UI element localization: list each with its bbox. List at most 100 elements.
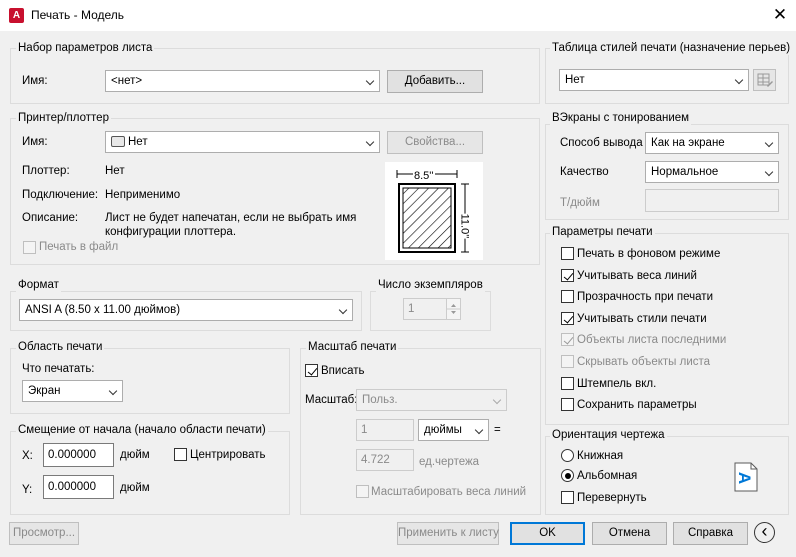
page-setup-name-select[interactable]: <нет> [105,70,380,92]
offset-x-input[interactable]: 0.000000 [43,443,114,467]
help-button[interactable]: Справка [673,522,748,545]
quality-label: Качество [560,166,609,178]
offset-group-title: Смещение от начала (начало области печат… [16,424,268,437]
printer-icon [111,136,125,147]
offset-y-input[interactable]: 0.000000 [43,475,114,499]
center-plot-label: Центрировать [190,449,266,461]
chevron-left-icon: ‹ [761,521,768,541]
chevron-down-icon [764,138,774,148]
properties-button[interactable]: Свойства... [387,131,483,154]
plot-option-checkbox[interactable] [561,312,574,325]
spinner-arrows-icon [447,304,460,314]
printer-group-title: Принтер/плоттер [16,112,111,125]
copies-input[interactable]: 1 [403,298,447,320]
scale-drawing-units-label: ед.чертежа [419,456,480,468]
scale-denominator-input[interactable]: 4.722 [356,449,414,471]
scale-numerator-input[interactable]: 1 [356,419,414,441]
description-label: Описание: [22,212,79,224]
add-button[interactable]: Добавить... [387,70,483,93]
table-edit-icon [757,73,773,87]
plot-area-group-title: Область печати [16,341,105,354]
scale-units-select[interactable]: дюймы [418,419,489,441]
connection-value: Неприменимо [105,189,181,201]
orientation-group-title: Ориентация чертежа [550,429,667,442]
quality-select[interactable]: Нормальное [645,161,779,183]
plot-option-label: Учитывать веса линий [577,270,697,282]
scale-lineweights-label: Масштабировать веса линий [371,486,527,498]
plot-option-label: Объекты листа последними [577,334,727,346]
fit-to-paper-checkbox[interactable] [305,364,318,377]
offset-x-unit: дюйм [120,449,150,461]
plot-option-checkbox[interactable] [561,269,574,282]
plotter-label: Плоттер: [22,165,70,177]
printer-name-select[interactable]: Нет [105,131,380,153]
description-line-1: Лист не будет напечатан, если не выбрать… [105,212,357,224]
print-to-file-checkbox[interactable] [23,241,36,254]
chevron-down-icon [365,137,375,147]
scale-select[interactable]: Польз. [356,389,507,411]
autocad-app-icon: A [9,8,24,23]
plot-option-label: Штемпель вкл. [577,378,657,390]
page-setup-name-value: <нет> [111,75,143,87]
paper-width-label: 8.5'' [413,169,435,183]
chevron-down-icon [734,75,744,85]
chevron-down-icon [108,386,118,396]
chevron-down-icon [764,167,774,177]
plot-option-checkbox[interactable] [561,398,574,411]
plot-option-checkbox[interactable] [561,333,574,346]
edit-style-table-button[interactable] [753,69,776,91]
printer-name-value: Нет [128,136,148,148]
plot-scale-group-title: Масштаб печати [306,341,399,354]
plot-option-label: Прозрачность при печати [577,291,713,303]
plot-option-checkbox[interactable] [561,247,574,260]
what-to-plot-value: Экран [28,385,61,397]
plot-options-group [545,233,789,425]
plot-option-checkbox[interactable] [561,355,574,368]
page-setup-name-label: Имя: [22,75,48,87]
plot-options-group-title: Параметры печати [550,226,655,239]
what-to-plot-label: Что печатать: [22,363,95,375]
plot-option-checkbox[interactable] [561,290,574,303]
chevron-down-icon [365,76,375,86]
shade-plot-label: Способ вывода [560,137,643,149]
plot-style-table-group-title: Таблица стилей печати (назначение перьев… [550,42,793,55]
close-icon[interactable]: ✕ [770,4,790,26]
dpi-input[interactable] [645,189,779,212]
plotter-value: Нет [105,165,125,177]
format-group-title: Формат [16,279,61,292]
plot-option-label: Скрывать объекты листа [577,356,711,368]
plot-option-label: Учитывать стили печати [577,313,707,325]
fit-to-paper-label: Вписать [321,365,365,377]
format-select[interactable]: ANSI A (8.50 x 11.00 дюймов) [19,299,353,321]
plot-style-table-select[interactable]: Нет [559,69,749,91]
description-line-2: конфигурации плоттера. [105,226,237,238]
apply-to-layout-button[interactable]: Применить к листу [397,522,499,545]
printer-name-label: Имя: [22,136,48,148]
cancel-button[interactable]: Отмена [592,522,667,545]
window-title: Печать - Модель [31,8,125,22]
portrait-radio[interactable] [561,449,574,462]
copies-spinner[interactable] [446,298,461,320]
upside-down-checkbox[interactable] [561,491,574,504]
plot-option-checkbox[interactable] [561,377,574,390]
collapse-options-button[interactable]: ‹ [754,522,775,543]
shade-plot-select[interactable]: Как на экране [645,132,779,154]
scale-lineweights-checkbox[interactable] [356,485,369,498]
copies-group-title: Число экземпляров [376,279,485,292]
shaded-viewport-group-title: ВЭкраны с тонированием [550,112,692,125]
landscape-label: Альбомная [577,470,638,482]
landscape-radio[interactable] [561,469,574,482]
quality-value: Нормальное [651,166,719,178]
ok-button[interactable]: OK [510,522,585,545]
upside-down-label: Перевернуть [577,492,647,504]
chevron-down-icon [492,395,502,405]
scale-equals-sign: = [494,424,501,436]
what-to-plot-select[interactable]: Экран [22,380,123,402]
chevron-down-icon [338,305,348,315]
preview-button[interactable]: Просмотр... [9,522,79,545]
connection-label: Подключение: [22,189,99,201]
offset-y-unit: дюйм [120,482,150,494]
dpi-label: Т/дюйм [560,197,600,209]
scale-label: Масштаб: [305,394,358,406]
center-plot-checkbox[interactable] [174,448,187,461]
